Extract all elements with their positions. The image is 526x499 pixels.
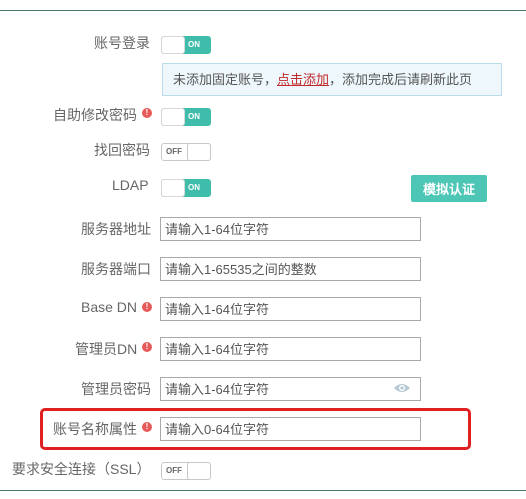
bottom-divider — [0, 490, 526, 491]
info-icon[interactable]: ! — [142, 108, 152, 118]
ldap-toggle[interactable]: ON — [161, 179, 211, 197]
admin-dn-label: 管理员DN — [75, 341, 138, 357]
top-divider — [0, 10, 526, 11]
require-ssl-toggle[interactable]: OFF — [161, 462, 211, 480]
account-name-attr-label: 账号名称属性 — [53, 421, 137, 437]
info-icon[interactable]: ! — [142, 342, 152, 352]
notice-prefix: 未添加固定账号， — [173, 72, 278, 87]
show-password-eye-icon[interactable] — [393, 382, 411, 394]
info-icon[interactable]: ! — [142, 302, 152, 312]
add-account-link[interactable]: 点击添加 — [277, 72, 329, 87]
server-port-label: 服务器端口 — [81, 261, 151, 277]
toggle-knob — [187, 143, 211, 161]
self-change-password-toggle[interactable]: ON — [161, 108, 211, 126]
admin-password-input[interactable] — [160, 377, 421, 401]
account-name-attr-input[interactable] — [160, 417, 421, 441]
toggle-state-text: OFF — [166, 147, 182, 156]
admin-dn-input[interactable] — [160, 337, 421, 361]
server-address-label: 服务器地址 — [81, 221, 151, 237]
info-icon[interactable]: ! — [142, 422, 152, 432]
retrieve-password-label: 找回密码 — [94, 142, 150, 158]
account-login-toggle[interactable]: ON — [161, 36, 211, 54]
toggle-state-text: OFF — [166, 466, 182, 475]
toggle-knob — [161, 36, 185, 54]
require-ssl-label: 要求安全连接（SSL） — [12, 461, 151, 477]
toggle-state-text: ON — [188, 40, 200, 49]
notice-suffix: ，添加完成后请刷新此页 — [329, 72, 473, 87]
ldap-label: LDAP — [112, 177, 149, 193]
base-dn-label: Base DN — [81, 299, 138, 315]
no-fixed-account-notice: 未添加固定账号，点击添加，添加完成后请刷新此页 — [162, 63, 502, 96]
simulate-auth-button[interactable]: 模拟认证 — [411, 175, 487, 202]
self-change-password-label: 自助修改密码 — [53, 107, 137, 123]
toggle-knob — [187, 462, 211, 480]
admin-password-label: 管理员密码 — [81, 381, 151, 397]
retrieve-password-toggle[interactable]: OFF — [161, 143, 211, 161]
toggle-state-text: ON — [188, 112, 200, 121]
account-login-label: 账号登录 — [94, 35, 150, 51]
toggle-knob — [161, 108, 185, 126]
toggle-state-text: ON — [188, 183, 200, 192]
base-dn-input[interactable] — [160, 297, 421, 321]
server-port-input[interactable] — [160, 257, 421, 281]
toggle-knob — [161, 179, 185, 197]
server-address-input[interactable] — [160, 217, 421, 241]
